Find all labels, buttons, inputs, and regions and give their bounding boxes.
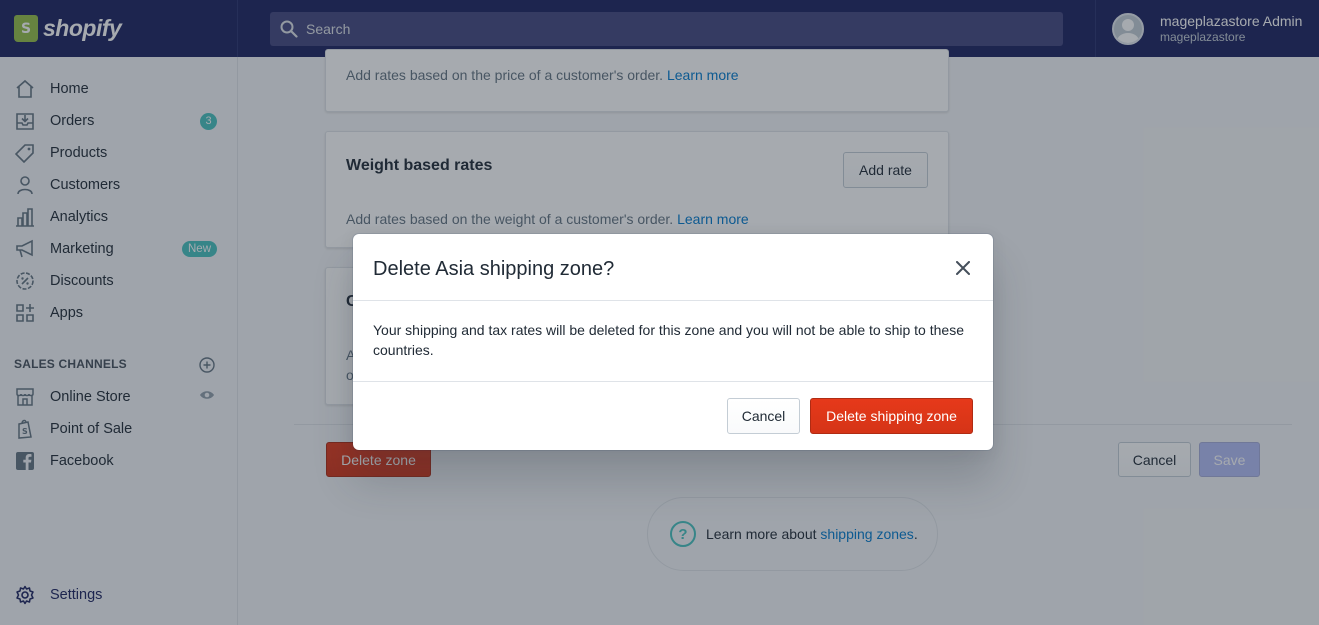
modal-body: Your shipping and tax rates will be dele… <box>373 322 964 358</box>
delete-shipping-zone-button[interactable]: Delete shipping zone <box>810 398 973 434</box>
modal-title: Delete Asia shipping zone? <box>373 258 615 280</box>
modal-divider <box>353 381 993 382</box>
close-icon[interactable] <box>951 256 975 280</box>
delete-zone-modal: Delete Asia shipping zone? Your shipping… <box>353 234 993 450</box>
modal-cancel-button[interactable]: Cancel <box>727 398 800 434</box>
modal-divider <box>353 300 993 301</box>
